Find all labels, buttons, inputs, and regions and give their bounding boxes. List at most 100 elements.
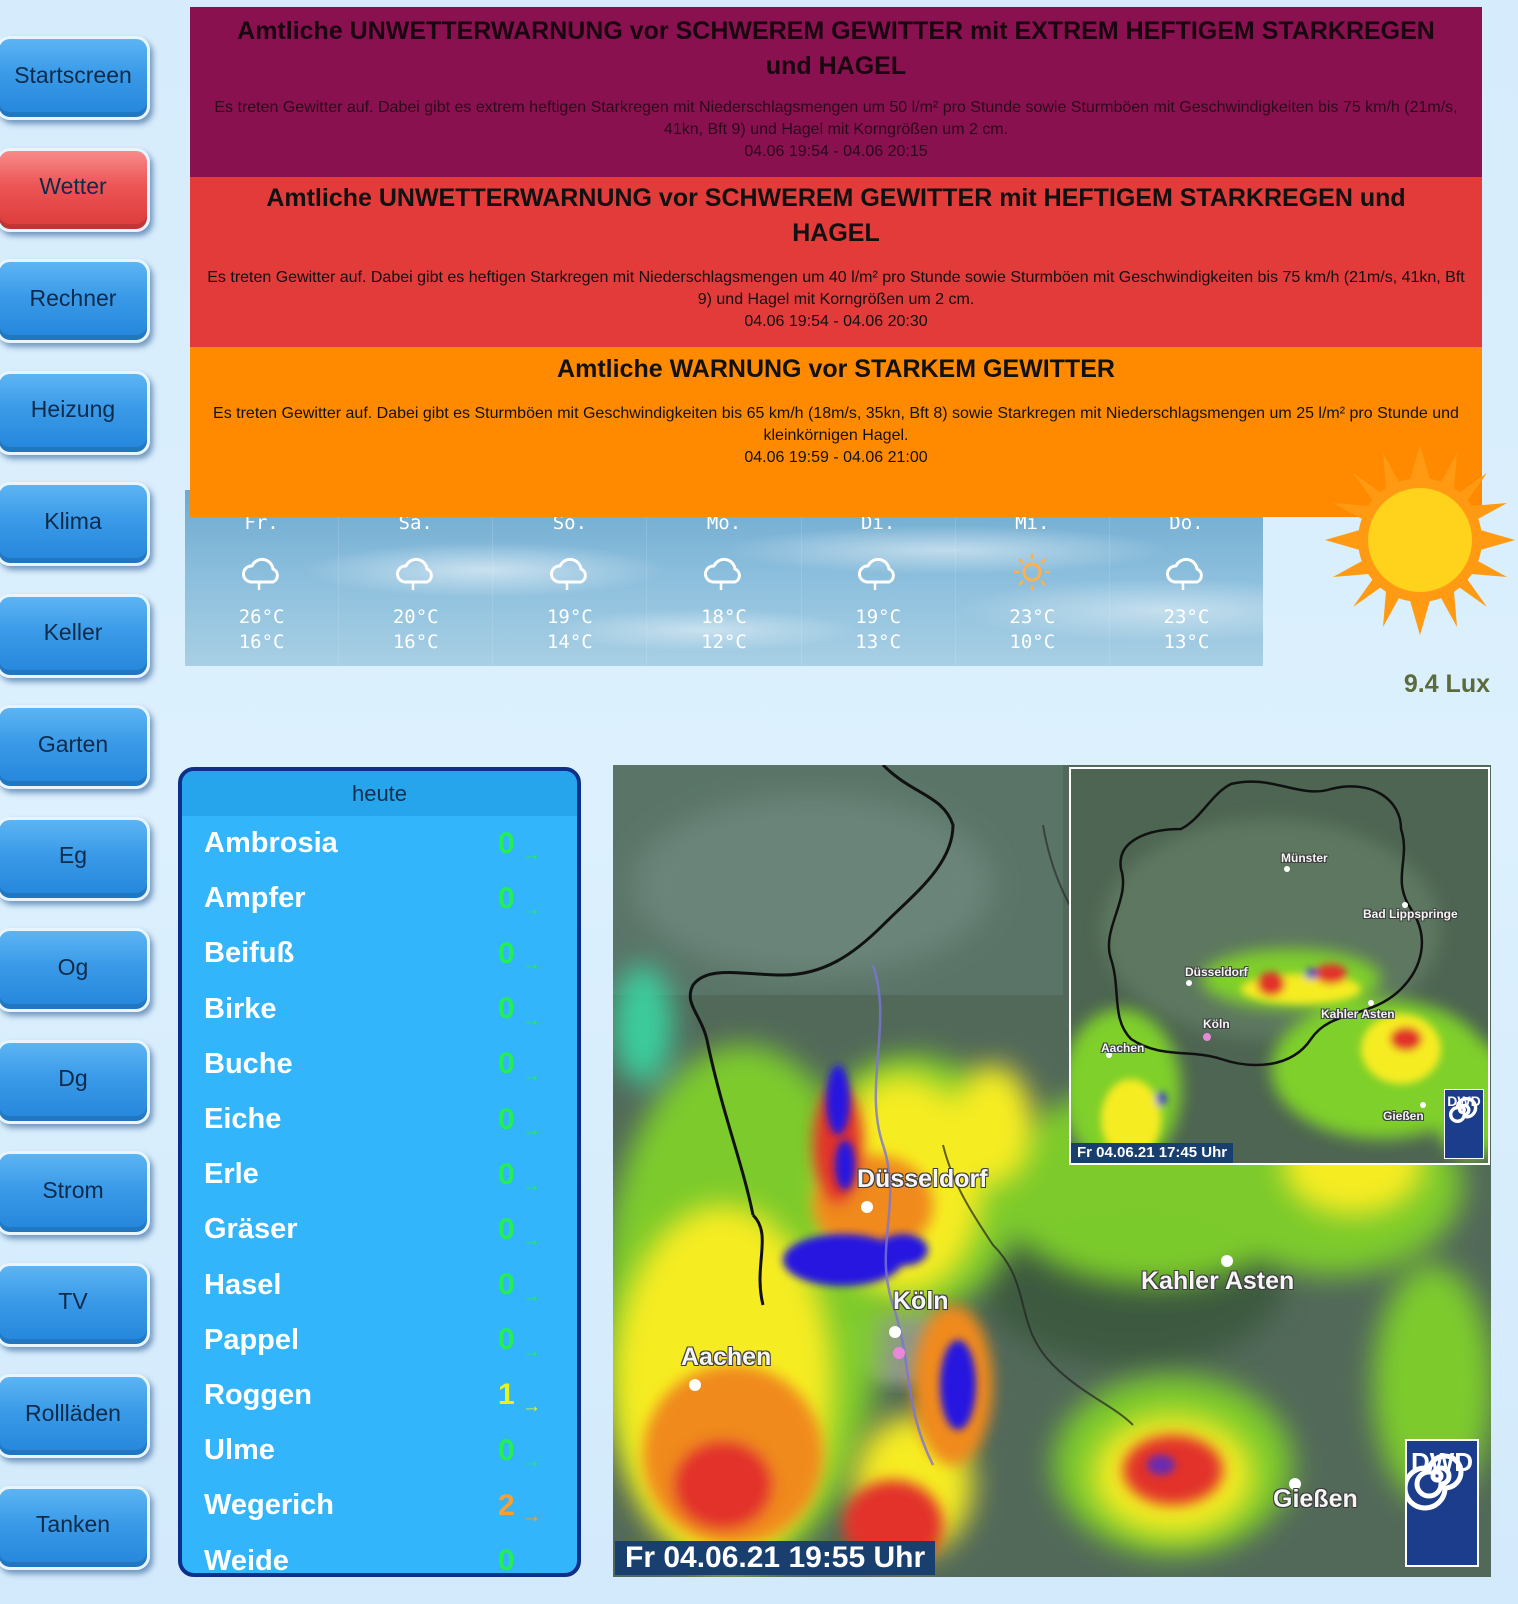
- pollen-row: Gräser 0 →: [182, 1202, 577, 1257]
- pollen-level: 0: [498, 1323, 515, 1357]
- city-label: Gießen: [1273, 1485, 1358, 1513]
- pollen-name: Beifuß: [204, 937, 295, 970]
- nav-button-label: Keller: [43, 619, 103, 645]
- trend-arrow-icon: →: [522, 1506, 541, 1528]
- pollen-level: 0: [498, 1544, 515, 1577]
- pollen-level: 0: [498, 1433, 515, 1467]
- cloud-icon: [855, 552, 901, 592]
- trend-arrow-icon: →: [522, 954, 541, 976]
- city-label: Kahler Asten: [1141, 1267, 1295, 1295]
- forecast-high: 19°C: [546, 606, 593, 628]
- pollen-level: 0: [498, 826, 515, 860]
- pollen-level: 1: [498, 1378, 515, 1412]
- city-label: Aachen: [1101, 1041, 1145, 1055]
- nav-button-garten[interactable]: Garten: [0, 705, 150, 789]
- city-label: Düsseldorf: [1185, 965, 1248, 979]
- radar-timestamp: Fr 04.06.21 19:55 Uhr: [615, 1541, 936, 1575]
- nav-button-label: Heizung: [30, 396, 116, 422]
- forecast-high: 20°C: [392, 606, 439, 628]
- city-label: Kahler Asten: [1321, 1007, 1395, 1021]
- trend-arrow-icon: →: [522, 1175, 541, 1197]
- trend-arrow-icon: →: [522, 1395, 541, 1417]
- nav-button-label: Strom: [42, 1176, 104, 1203]
- pollen-name: Wegerich: [204, 1489, 335, 1522]
- pollen-panel: heute Ambrosia 0 → Ampfer 0 → Beifuß 0 → Birke 0 → B…: [178, 767, 581, 1577]
- forecast-low: 13°C: [1163, 631, 1210, 653]
- pollen-level: 0: [498, 1157, 515, 1191]
- pollen-level: 0: [498, 1047, 515, 1081]
- warning-banner-severe: Amtliche UNWETTERWARNUNG vor SCHWEREM GE…: [190, 177, 1482, 347]
- nav-button-dg[interactable]: Dg: [0, 1039, 150, 1124]
- trend-arrow-icon: →: [522, 1285, 541, 1307]
- pollen-row: Ulme 0 →: [182, 1423, 577, 1478]
- inset-timestamp: Fr 04.06.21 17:45 Uhr: [1071, 1143, 1234, 1163]
- pollen-name: Birke: [204, 992, 277, 1025]
- nav-button-label: Wetter: [39, 173, 107, 199]
- pollen-row: Ambrosia 0 →: [182, 816, 577, 871]
- sidebar-nav: Startscreen Wetter Rechner Heizung Klima Kell…: [0, 0, 160, 1604]
- city-label: Düsseldorf: [857, 1165, 988, 1193]
- pollen-name: Ambrosia: [204, 827, 338, 860]
- pollen-level: 0: [498, 1268, 515, 1302]
- nav-button-eg[interactable]: Eg: [0, 816, 150, 901]
- nav-button-keller[interactable]: Keller: [0, 593, 150, 678]
- nav-button-tanken[interactable]: Tanken: [0, 1485, 150, 1570]
- nav-button-heizung[interactable]: Heizung: [0, 370, 150, 455]
- pollen-name: Gräser: [204, 1213, 298, 1246]
- pollen-list: Ambrosia 0 → Ampfer 0 → Beifuß 0 → Birke 0 → Buche 0 →…: [182, 816, 577, 1577]
- warning-text: Es treten Gewitter auf. Dabei gibt es St…: [190, 403, 1482, 469]
- nav-button-rolllaeden[interactable]: Rollläden: [0, 1374, 150, 1458]
- forecast-high: 23°C: [1009, 606, 1056, 628]
- nav-button-strom[interactable]: Strom: [0, 1151, 150, 1235]
- warning-text: Es treten Gewitter auf. Dabei gibt es he…: [190, 267, 1482, 333]
- cloud-icon: [1163, 552, 1209, 592]
- nav-button-startscreen[interactable]: Startscreen: [0, 36, 150, 120]
- warning-title: Amtliche WARNUNG vor STARKEM GEWITTER: [557, 355, 1115, 383]
- forecast-low: 14°C: [546, 631, 593, 653]
- nav-button-label: Og: [57, 953, 89, 980]
- pollen-name: Pappel: [204, 1323, 300, 1356]
- forecast-high: 26°C: [238, 606, 285, 628]
- pollen-row: Wegerich 2 →: [182, 1478, 577, 1533]
- dwd-spiral-icon: [1407, 1453, 1464, 1511]
- pollen-row: Hasel 0 →: [182, 1258, 577, 1313]
- city-label: Gießen: [1383, 1109, 1424, 1123]
- nav-button-klima[interactable]: Klima: [0, 482, 150, 566]
- pollen-level: 0: [498, 992, 515, 1026]
- city-label: Münster: [1281, 851, 1328, 865]
- forecast-low: 13°C: [855, 631, 902, 653]
- nav-button-wetter[interactable]: Wetter: [0, 147, 150, 232]
- pollen-row: Ampfer 0 →: [182, 871, 577, 926]
- nav-button-label: Dg: [58, 1065, 88, 1091]
- pollen-row: Roggen 1 →: [182, 1368, 577, 1423]
- pollen-row: Weide 0 →: [182, 1533, 577, 1577]
- trend-arrow-icon: →: [522, 844, 541, 865]
- dwd-logo: DWD: [1405, 1439, 1479, 1567]
- dwd-logo: DWD: [1444, 1089, 1484, 1159]
- pollen-row: Pappel 0 →: [182, 1313, 577, 1368]
- nav-button-label: Eg: [58, 842, 88, 868]
- trend-arrow-icon: →: [522, 1451, 541, 1473]
- pollen-row: Beifuß 0 →: [182, 926, 577, 981]
- nav-button-rechner[interactable]: Rechner: [0, 259, 150, 343]
- warning-banner-storm: Amtliche WARNUNG vor STARKEM GEWITTER Es…: [190, 347, 1482, 517]
- nav-button-label: Rechner: [29, 284, 117, 311]
- forecast-high: 23°C: [1163, 606, 1210, 628]
- nav-button-label: Rollläden: [25, 1399, 121, 1426]
- radar-overview-inset[interactable]: Münster Bad Lippspringe Düsseldorf Köln …: [1069, 767, 1490, 1165]
- pollen-level: 0: [498, 1102, 515, 1136]
- nav-button-og[interactable]: Og: [0, 928, 150, 1012]
- warning-time: 04.06 19:59 - 04.06 21:00: [744, 449, 928, 466]
- warning-text: Es treten Gewitter auf. Dabei gibt es ex…: [190, 97, 1482, 163]
- pollen-row: Erle 0 →: [182, 1147, 577, 1202]
- city-label: Aachen: [681, 1343, 772, 1371]
- trend-arrow-icon: →: [522, 1009, 541, 1031]
- cloud-icon: [239, 552, 285, 592]
- pollen-row: Buche 0 →: [182, 1037, 577, 1092]
- forecast-high: 19°C: [855, 606, 902, 628]
- nav-button-tv[interactable]: TV: [0, 1262, 150, 1347]
- warning-time: 04.06 19:54 - 04.06 20:30: [744, 313, 928, 330]
- dwd-spiral-icon: [1448, 1096, 1478, 1124]
- forecast-low: 10°C: [1009, 631, 1056, 653]
- radar-map[interactable]: Düsseldorf Köln Aachen Kahler Asten Gieß…: [613, 765, 1491, 1577]
